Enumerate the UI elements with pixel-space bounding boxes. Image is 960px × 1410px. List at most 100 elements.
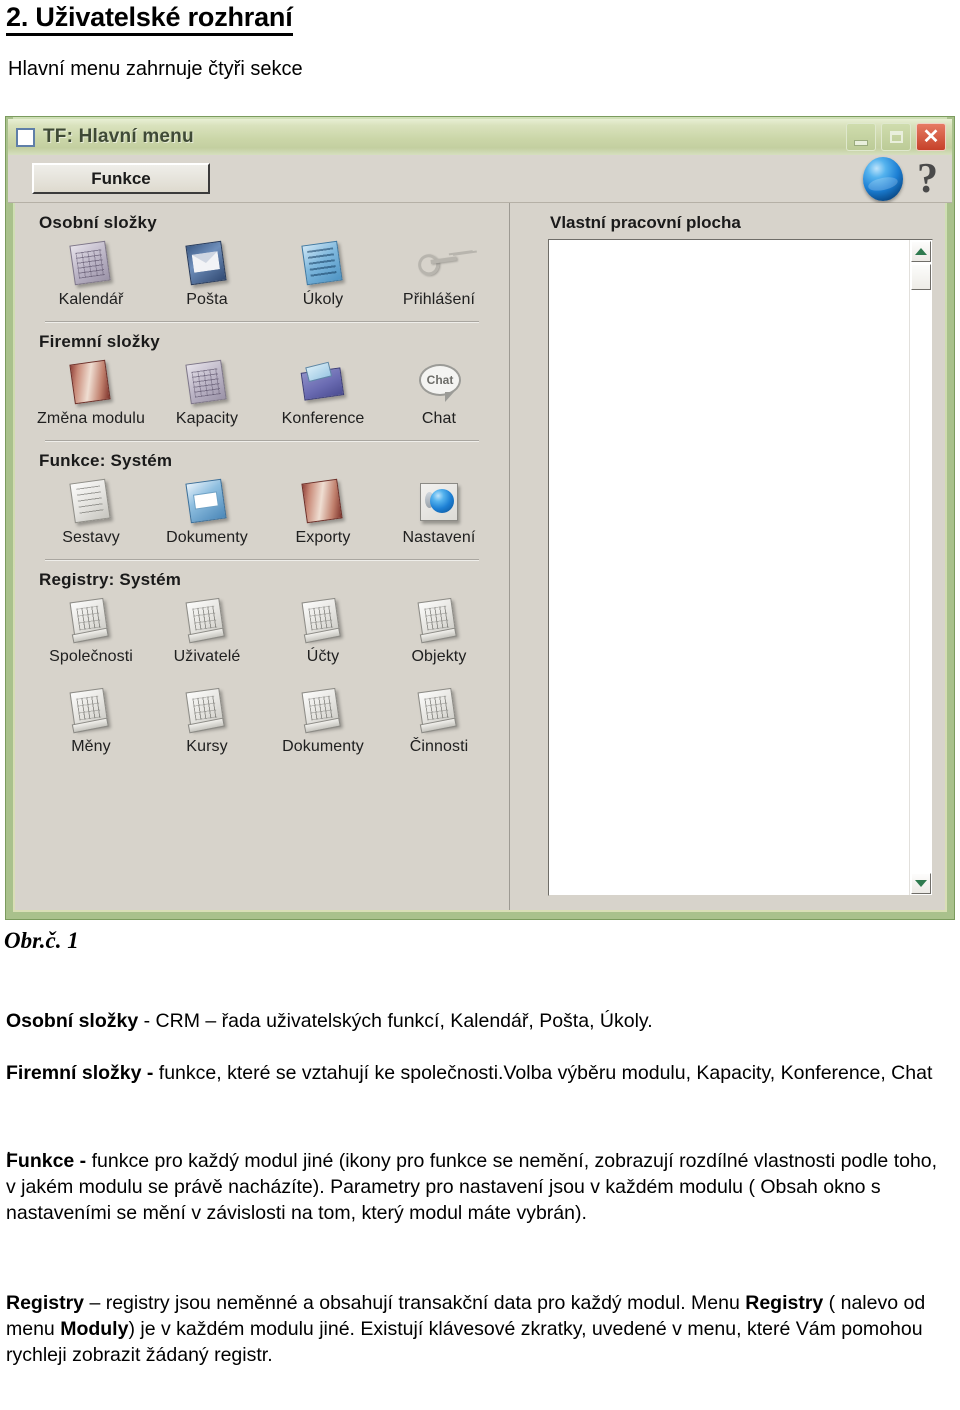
menu-item-label: Kapacity bbox=[175, 410, 239, 427]
calendar-icon bbox=[68, 237, 114, 289]
menu-item-label: Kursy bbox=[186, 738, 228, 755]
section-osobni-slozky: Osobní složky Kalendář Pošta Úkoly Přihl… bbox=[15, 203, 509, 322]
menu-item-spolecnosti[interactable]: Společnosti bbox=[33, 594, 149, 670]
paragraph-body: ) je v každém modulu jiné. Existují kláv… bbox=[6, 1318, 923, 1366]
icon-row: Společnosti Uživatelé Účty Objekty bbox=[27, 594, 497, 670]
section-title: Registry: Systém bbox=[39, 570, 182, 589]
page-title: 2. Uživatelské rozhraní bbox=[6, 2, 293, 36]
menu-item-chat[interactable]: Chat Chat bbox=[381, 356, 497, 432]
menu-item-cinnosti[interactable]: Činnosti bbox=[381, 684, 497, 760]
scroll-up-button[interactable] bbox=[911, 241, 931, 262]
scroll-icon bbox=[300, 594, 346, 646]
settings-globe-icon bbox=[416, 475, 462, 527]
scroll-icon bbox=[300, 684, 346, 736]
maximize-button[interactable] bbox=[881, 123, 911, 151]
menu-item-posta[interactable]: Pošta bbox=[149, 237, 265, 313]
menu-item-zmena-modulu[interactable]: Změna modulu bbox=[33, 356, 149, 432]
scroll-icon bbox=[68, 684, 114, 736]
menu-item-kursy[interactable]: Kursy bbox=[149, 684, 265, 760]
menu-item-label: Změna modulu bbox=[37, 410, 145, 427]
menu-item-exporty[interactable]: Exporty bbox=[265, 475, 381, 551]
help-icon[interactable]: ? bbox=[917, 158, 938, 200]
calendar-icon bbox=[184, 356, 230, 408]
section-funkce-system: Funkce: Systém Sestavy Dokumenty Exporty bbox=[15, 441, 509, 560]
book-icon bbox=[300, 475, 346, 527]
paragraph-osobni-slozky: Osobní složky - CRM – řada uživatelských… bbox=[6, 1008, 950, 1034]
section-registry-system: Registry: Systém Společnosti Uživatelé Ú… bbox=[15, 560, 509, 760]
menu-item-label: Nastavení bbox=[402, 529, 476, 546]
mail-icon bbox=[184, 237, 230, 289]
paragraph-lead: Funkce - bbox=[6, 1150, 87, 1172]
scrollbar-thumb[interactable] bbox=[911, 264, 931, 290]
menu-item-objekty[interactable]: Objekty bbox=[381, 594, 497, 670]
window-titlebar[interactable]: TF: Hlavní menu ✕ bbox=[8, 119, 952, 155]
main-menu-pane: Osobní složky Kalendář Pošta Úkoly Přihl… bbox=[15, 203, 510, 910]
icon-row: Změna modulu Kapacity Konference Chat Ch… bbox=[27, 356, 497, 432]
menu-item-prihlaseni[interactable]: Přihlášení bbox=[381, 237, 497, 313]
menu-item-label: Konference bbox=[281, 410, 365, 427]
icon-row: Kalendář Pošta Úkoly Přihlášení bbox=[27, 237, 497, 313]
figure-caption: Obr.č. 1 bbox=[4, 928, 79, 953]
paragraph-lead: Osobní složky bbox=[6, 1010, 139, 1032]
paragraph-lead: Registry bbox=[6, 1292, 85, 1314]
paragraph-registry: Registry – registry jsou neměnné a obsah… bbox=[6, 1290, 950, 1368]
menu-item-label: Sestavy bbox=[62, 529, 120, 546]
menu-item-label: Úkoly bbox=[302, 291, 344, 308]
icon-row: Sestavy Dokumenty Exporty Nastavení bbox=[27, 475, 497, 551]
menu-item-label: Společnosti bbox=[49, 648, 133, 665]
paragraph-body: funkce, které se vztahují ke společnosti… bbox=[153, 1062, 933, 1084]
menu-item-label: Uživatelé bbox=[173, 648, 241, 665]
menu-item-sestavy[interactable]: Sestavy bbox=[33, 475, 149, 551]
workspace-area[interactable] bbox=[548, 239, 933, 896]
paragraph-body: – registry jsou neměnné a obsahují trans… bbox=[84, 1292, 746, 1314]
scroll-icon bbox=[184, 684, 230, 736]
page-subtitle: Hlavní menu zahrnuje čtyři sekce bbox=[8, 58, 303, 80]
menu-item-label: Účty bbox=[306, 648, 340, 665]
menu-item-ukoly[interactable]: Úkoly bbox=[265, 237, 381, 313]
workspace-pane: Vlastní pracovní plocha bbox=[510, 203, 945, 910]
workspace-title: Vlastní pracovní plocha bbox=[550, 213, 741, 232]
application-window: TF: Hlavní menu ✕ Funkce ? Osobní složky bbox=[5, 116, 955, 920]
paragraph-body: funkce pro každý modul jiné (ikony pro f… bbox=[6, 1150, 938, 1224]
menu-item-nastaveni[interactable]: Nastavení bbox=[381, 475, 497, 551]
menu-item-label: Měny bbox=[71, 738, 111, 755]
minimize-button[interactable] bbox=[846, 123, 876, 151]
menu-item-uzivatele[interactable]: Uživatelé bbox=[149, 594, 265, 670]
paragraph-funkce: Funkce - funkce pro každý modul jiné (ik… bbox=[6, 1148, 950, 1226]
globe-icon[interactable] bbox=[863, 156, 903, 201]
paragraph-lead: Firemní složky - bbox=[6, 1062, 154, 1084]
paragraph-emph-moduly: Moduly bbox=[60, 1318, 129, 1340]
menu-item-konference[interactable]: Konference bbox=[265, 356, 381, 432]
close-icon: ✕ bbox=[922, 126, 940, 148]
menu-item-dokumenty-registry[interactable]: Dokumenty bbox=[265, 684, 381, 760]
menu-item-kalendar[interactable]: Kalendář bbox=[33, 237, 149, 313]
toolbar-right-icons: ? bbox=[863, 156, 938, 201]
menu-item-kapacity[interactable]: Kapacity bbox=[149, 356, 265, 432]
menu-item-label: Chat bbox=[421, 410, 457, 427]
window-icon bbox=[16, 127, 35, 147]
menu-item-label: Objekty bbox=[411, 648, 467, 665]
paragraph-emph-registry: Registry bbox=[745, 1292, 824, 1314]
book-icon bbox=[68, 356, 114, 408]
paragraph-firemni-slozky: Firemní složky - funkce, které se vztahu… bbox=[6, 1060, 950, 1086]
section-title: Funkce: Systém bbox=[39, 451, 173, 470]
menu-item-ucty[interactable]: Účty bbox=[265, 594, 381, 670]
window-controls: ✕ bbox=[846, 123, 946, 151]
menu-item-meny[interactable]: Měny bbox=[33, 684, 149, 760]
documents-icon bbox=[184, 475, 230, 527]
close-button[interactable]: ✕ bbox=[916, 123, 946, 151]
scroll-icon bbox=[68, 594, 114, 646]
maximize-icon bbox=[889, 131, 903, 143]
funkce-menu-button[interactable]: Funkce bbox=[32, 163, 210, 194]
menu-item-label: Dokumenty bbox=[282, 738, 364, 755]
section-title: Firemní složky bbox=[39, 332, 160, 351]
workspace-scrollbar[interactable] bbox=[909, 240, 932, 895]
menu-item-dokumenty[interactable]: Dokumenty bbox=[149, 475, 265, 551]
scroll-icon bbox=[416, 684, 462, 736]
scroll-down-button[interactable] bbox=[911, 873, 931, 894]
section-firemni-slozky: Firemní složky Změna modulu Kapacity Kon… bbox=[15, 322, 509, 441]
scroll-icon bbox=[184, 594, 230, 646]
scroll-icon bbox=[416, 594, 462, 646]
menu-item-label: Kalendář bbox=[58, 291, 124, 308]
report-icon bbox=[68, 475, 114, 527]
